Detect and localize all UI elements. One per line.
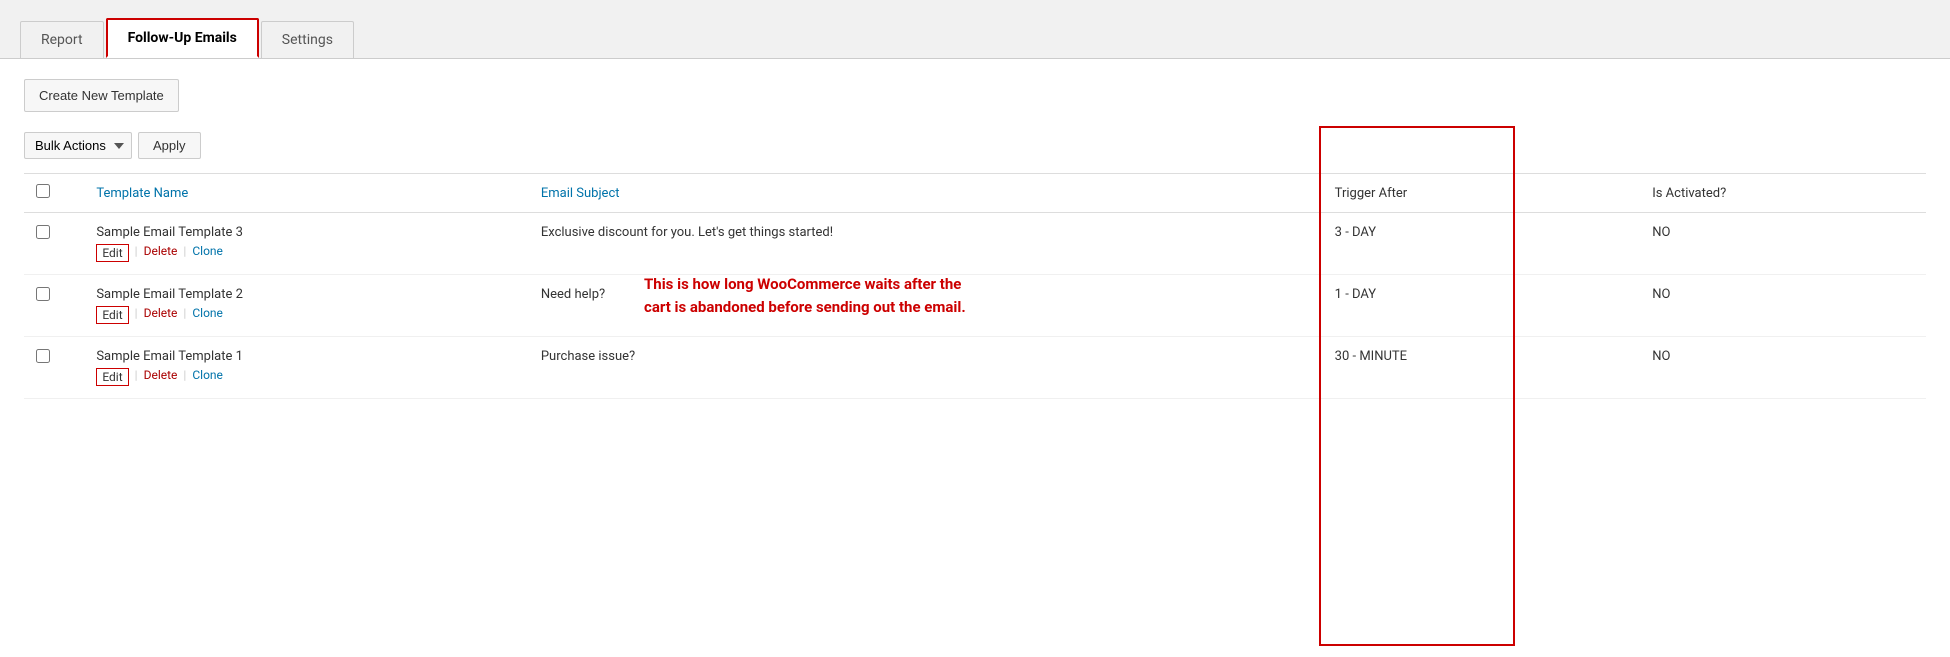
table-row: Sample Email Template 1 Edit | Delete | Clone… <box>24 337 1926 399</box>
template-name-cell: Sample Email Template 3 Edit | Delete | Clone <box>84 213 529 275</box>
row-checkbox-cell <box>24 213 84 275</box>
separator: | <box>183 244 186 262</box>
template-name-cell: Sample Email Template 2 Edit | Delete | Clone <box>84 275 529 337</box>
row-actions: Edit | Delete | Clone <box>96 368 517 386</box>
separator: | <box>183 306 186 324</box>
page-wrapper: Report Follow-Up Emails Settings Create … <box>0 0 1950 657</box>
separator: | <box>135 368 138 386</box>
trigger-after-cell: 30 - MINUTE <box>1323 337 1641 399</box>
row-checkbox-cell <box>24 337 84 399</box>
trigger-after-cell: 1 - DAY <box>1323 275 1641 337</box>
row-checkbox[interactable] <box>36 349 50 363</box>
header-is-activated: Is Activated? <box>1640 174 1926 213</box>
tab-settings[interactable]: Settings <box>261 21 354 58</box>
edit-link[interactable]: Edit <box>96 244 128 262</box>
apply-button[interactable]: Apply <box>138 132 201 159</box>
delete-link[interactable]: Delete <box>144 306 178 324</box>
bulk-actions-row: Bulk Actions Apply <box>24 132 1926 159</box>
tabs-bar: Report Follow-Up Emails Settings <box>0 0 1950 59</box>
table-header-row: Template Name Email Subject Trigger Afte… <box>24 174 1926 213</box>
edit-link[interactable]: Edit <box>96 306 128 324</box>
content-area: Create New Template Bulk Actions Apply T… <box>0 59 1950 419</box>
select-all-checkbox[interactable] <box>36 184 50 198</box>
row-actions: Edit | Delete | Clone <box>96 244 517 262</box>
separator: | <box>183 368 186 386</box>
table-row: Sample Email Template 3 Edit | Delete | Clone… <box>24 213 1926 275</box>
template-name: Sample Email Template 2 <box>96 287 517 302</box>
header-trigger-after: Trigger After <box>1323 174 1641 213</box>
header-email-subject[interactable]: Email Subject <box>529 174 1323 213</box>
header-checkbox-cell <box>24 174 84 213</box>
template-name-cell: Sample Email Template 1 Edit | Delete | Clone <box>84 337 529 399</box>
annotation-text: This is how long WooCommerce waits after… <box>644 273 984 318</box>
table-container: This is how long WooCommerce waits after… <box>24 173 1926 399</box>
row-checkbox-cell <box>24 275 84 337</box>
row-actions: Edit | Delete | Clone <box>96 306 517 324</box>
tab-follow-up-emails[interactable]: Follow-Up Emails <box>106 18 259 58</box>
row-checkbox[interactable] <box>36 287 50 301</box>
edit-link[interactable]: Edit <box>96 368 128 386</box>
row-checkbox[interactable] <box>36 225 50 239</box>
tab-report[interactable]: Report <box>20 21 104 58</box>
create-new-template-button[interactable]: Create New Template <box>24 79 179 112</box>
email-subject-cell: Exclusive discount for you. Let's get th… <box>529 213 1323 275</box>
email-subject-cell: Purchase issue? <box>529 337 1323 399</box>
clone-link[interactable]: Clone <box>192 368 223 386</box>
template-name: Sample Email Template 3 <box>96 225 517 240</box>
delete-link[interactable]: Delete <box>144 244 178 262</box>
header-template-name[interactable]: Template Name <box>84 174 529 213</box>
clone-link[interactable]: Clone <box>192 244 223 262</box>
trigger-after-cell: 3 - DAY <box>1323 213 1641 275</box>
delete-link[interactable]: Delete <box>144 368 178 386</box>
clone-link[interactable]: Clone <box>192 306 223 324</box>
bulk-actions-select[interactable]: Bulk Actions <box>24 132 132 159</box>
separator: | <box>135 306 138 324</box>
is-activated-cell: NO <box>1640 213 1926 275</box>
template-name: Sample Email Template 1 <box>96 349 517 364</box>
is-activated-cell: NO <box>1640 337 1926 399</box>
is-activated-cell: NO <box>1640 275 1926 337</box>
separator: | <box>135 244 138 262</box>
